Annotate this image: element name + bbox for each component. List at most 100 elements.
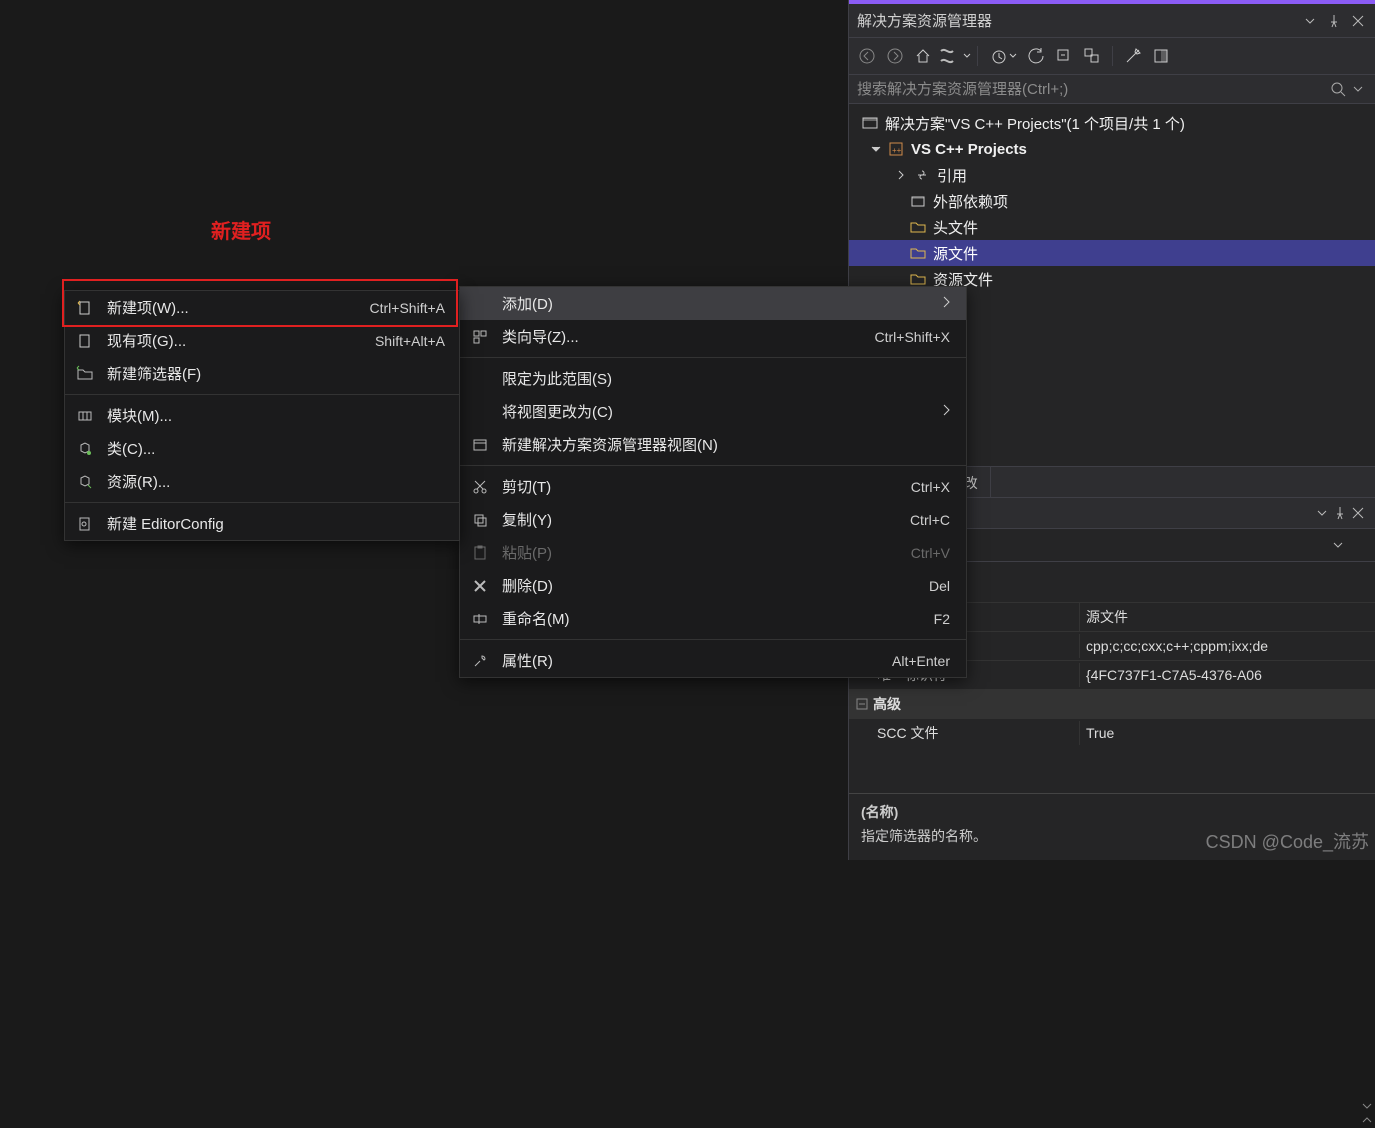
prop-value: True [1079, 721, 1375, 745]
ctx-label: 重命名(M) [502, 608, 894, 629]
project-icon: ++ [887, 140, 905, 158]
tree-headers-row[interactable]: 头文件 [849, 214, 1375, 240]
show-all-icon[interactable] [1080, 44, 1104, 68]
chevron-right-icon [942, 403, 950, 420]
prop-value: 源文件 [1079, 603, 1375, 631]
prop-value: {4FC737F1-C7A5-4376-A06 [1079, 663, 1375, 687]
search-input[interactable] [857, 81, 1329, 98]
collapse-all-icon[interactable] [1052, 44, 1076, 68]
search-row[interactable] [849, 75, 1375, 104]
sub-existing-item[interactable]: 现有项(G)... Shift+Alt+A [65, 324, 459, 357]
sub-module[interactable]: 模块(M)... [65, 399, 459, 432]
refresh-icon[interactable] [1024, 44, 1048, 68]
ctx-copy[interactable]: 复制(Y) Ctrl+C [460, 503, 966, 536]
separator [65, 502, 459, 503]
search-dropdown-icon[interactable] [1349, 80, 1367, 98]
class-icon [75, 441, 95, 457]
ctx-new-view[interactable]: 新建解决方案资源管理器视图(N) [460, 428, 966, 461]
delete-icon [470, 578, 490, 594]
new-file-icon [75, 300, 95, 316]
add-submenu: 新建项(W)... Ctrl+Shift+A 现有项(G)... Shift+A… [64, 290, 460, 541]
shortcut-label: Ctrl+V [911, 545, 950, 561]
new-folder-icon [75, 366, 95, 382]
properties-help-title: (名称) [861, 802, 1363, 822]
sub-label: 类(C)... [107, 438, 445, 459]
ctx-label: 限定为此范围(S) [502, 368, 950, 389]
ctx-cut[interactable]: 剪切(T) Ctrl+X [460, 470, 966, 503]
nav-back-icon[interactable] [855, 44, 879, 68]
references-icon [913, 166, 931, 184]
ctx-class-wizard[interactable]: 类向导(Z)... Ctrl+Shift+X [460, 320, 966, 353]
sub-class[interactable]: 类(C)... [65, 432, 459, 465]
shortcut-label: Shift+Alt+A [375, 333, 445, 349]
existing-file-icon [75, 333, 95, 349]
watermark: CSDN @Code_流苏 [1206, 828, 1369, 854]
svg-text:++: ++ [892, 146, 902, 155]
history-icon[interactable] [986, 44, 1020, 68]
solution-icon [861, 114, 879, 132]
solution-tree: 解决方案"VS C++ Projects"(1 个项目/共 1 个) ++ VS… [849, 104, 1375, 298]
sub-new-filter[interactable]: 新建筛选器(F) [65, 357, 459, 390]
tree-references-row[interactable]: 引用 [849, 162, 1375, 188]
tree-references-label: 引用 [937, 165, 967, 186]
shortcut-label: Del [929, 578, 950, 594]
ctx-rename[interactable]: 重命名(M) F2 [460, 602, 966, 635]
search-icon[interactable] [1329, 80, 1347, 98]
paste-icon [470, 545, 490, 561]
separator [460, 357, 966, 358]
sub-label: 模块(M)... [107, 405, 445, 426]
caret-down-icon[interactable] [869, 144, 881, 154]
shortcut-label: Ctrl+X [911, 479, 950, 495]
tree-external-row[interactable]: 外部依赖项 [849, 188, 1375, 214]
ctx-add[interactable]: 添加(D) [460, 287, 966, 320]
ctx-label: 类向导(Z)... [502, 326, 835, 347]
annotation-label: 新建项 [211, 215, 271, 244]
tree-project-row[interactable]: ++ VS C++ Projects [849, 136, 1375, 162]
scroll-down-icon[interactable] [1362, 1098, 1372, 1108]
prop-key: SCC 文件 [849, 719, 1079, 747]
caret-right-icon[interactable] [895, 170, 907, 180]
external-icon [909, 192, 927, 210]
pin-icon[interactable] [1331, 504, 1349, 522]
dropdown-icon[interactable] [1301, 12, 1319, 30]
sub-label: 新建项(W)... [107, 297, 334, 318]
dropdown-icon[interactable] [1313, 504, 1331, 522]
tree-solution-row[interactable]: 解决方案"VS C++ Projects"(1 个项目/共 1 个) [849, 110, 1375, 136]
ctx-label: 复制(Y) [502, 509, 870, 530]
dropdown-icon[interactable] [1329, 536, 1347, 554]
prop-row-scc[interactable]: SCC 文件 True [849, 718, 1375, 747]
scroll-up-icon[interactable] [1362, 1112, 1372, 1122]
ctx-delete[interactable]: 删除(D) Del [460, 569, 966, 602]
prop-value: cpp;c;cc;cxx;c++;cppm;ixx;de [1079, 634, 1375, 658]
ctx-change-view[interactable]: 将视图更改为(C) [460, 395, 966, 428]
sub-new-item[interactable]: 新建项(W)... Ctrl+Shift+A [65, 291, 459, 324]
switch-views-icon[interactable] [939, 44, 969, 68]
shortcut-label: F2 [934, 611, 950, 627]
tree-headers-label: 头文件 [933, 217, 978, 238]
home-icon[interactable] [911, 44, 935, 68]
ctx-paste: 粘贴(P) Ctrl+V [460, 536, 966, 569]
panel-title-label: 解决方案资源管理器 [857, 10, 992, 31]
separator [460, 465, 966, 466]
close-icon[interactable] [1349, 504, 1367, 522]
ctx-scope[interactable]: 限定为此范围(S) [460, 362, 966, 395]
tree-external-label: 外部依赖项 [933, 191, 1008, 212]
ctx-label: 添加(D) [502, 293, 930, 314]
cut-icon [470, 479, 490, 495]
tree-sources-row[interactable]: 源文件 [849, 240, 1375, 266]
shortcut-label: Ctrl+Shift+X [875, 329, 950, 345]
close-icon[interactable] [1349, 12, 1367, 30]
properties-icon[interactable] [1121, 44, 1145, 68]
wizard-icon [470, 329, 490, 345]
prop-row-group[interactable]: 高级 [849, 689, 1375, 718]
nav-forward-icon[interactable] [883, 44, 907, 68]
sub-resource[interactable]: 资源(R)... [65, 465, 459, 498]
ctx-properties[interactable]: 属性(R) Alt+Enter [460, 644, 966, 677]
preview-icon[interactable] [1149, 44, 1173, 68]
collapse-icon[interactable] [857, 699, 867, 709]
folder-icon [909, 244, 927, 262]
pin-icon[interactable] [1325, 12, 1343, 30]
sub-editorconfig[interactable]: 新建 EditorConfig [65, 507, 459, 540]
tree-sources-label: 源文件 [933, 243, 978, 264]
copy-icon [470, 512, 490, 528]
